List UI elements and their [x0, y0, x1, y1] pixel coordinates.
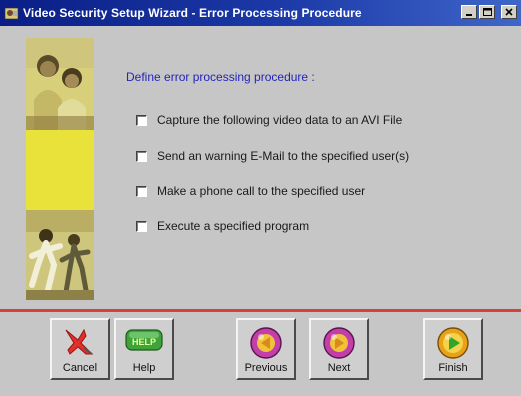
option-phone-call[interactable]: Make a phone call to the specified user	[136, 184, 365, 198]
minimize-button[interactable]	[461, 5, 477, 19]
help-icon: HELP	[124, 326, 164, 357]
close-button[interactable]	[501, 5, 517, 19]
previous-label: Previous	[244, 362, 288, 374]
cancel-label: Cancel	[62, 362, 98, 374]
option-label: Make a phone call to the specified user	[157, 184, 366, 198]
cancel-button[interactable]: Cancel	[50, 318, 110, 380]
option-capture-avi[interactable]: Capture the following video data to an A…	[136, 113, 402, 127]
maximize-button[interactable]	[479, 5, 495, 19]
family-photo	[26, 38, 94, 130]
finish-icon	[436, 326, 470, 363]
phone-call-checkbox[interactable]	[136, 185, 147, 197]
option-execute-program[interactable]: Execute a specified program	[136, 219, 309, 233]
app-icon	[4, 6, 19, 21]
next-icon	[322, 326, 356, 363]
next-label: Next	[327, 362, 351, 374]
capture-avi-checkbox[interactable]	[136, 114, 147, 126]
previous-button[interactable]: Previous	[236, 318, 296, 380]
section-heading: Define error processing procedure :	[126, 70, 315, 84]
execute-program-checkbox[interactable]	[136, 220, 147, 232]
help-button[interactable]: HELP Help	[114, 318, 174, 380]
next-button[interactable]: Next	[309, 318, 369, 380]
option-label: Send an warning E-Mail to the specified …	[157, 149, 410, 163]
cancel-icon	[62, 326, 98, 361]
window-controls	[461, 5, 517, 19]
runners-photo	[26, 210, 94, 300]
side-image-panel	[26, 38, 94, 300]
option-label: Capture the following video data to an A…	[157, 113, 403, 127]
option-label: Execute a specified program	[157, 219, 310, 233]
wizard-window: Video Security Setup Wizard - Error Proc…	[0, 0, 521, 396]
finish-button[interactable]: Finish	[423, 318, 483, 380]
title-bar[interactable]: Video Security Setup Wizard - Error Proc…	[0, 0, 521, 26]
option-send-email[interactable]: Send an warning E-Mail to the specified …	[136, 149, 409, 163]
previous-icon	[249, 326, 283, 363]
finish-label: Finish	[438, 362, 468, 374]
window-title: Video Security Setup Wizard - Error Proc…	[23, 6, 362, 20]
footer-divider	[0, 309, 521, 312]
help-icon-text: HELP	[132, 337, 156, 347]
send-email-checkbox[interactable]	[136, 150, 147, 162]
help-label: Help	[132, 362, 156, 374]
yellow-band	[26, 130, 94, 210]
